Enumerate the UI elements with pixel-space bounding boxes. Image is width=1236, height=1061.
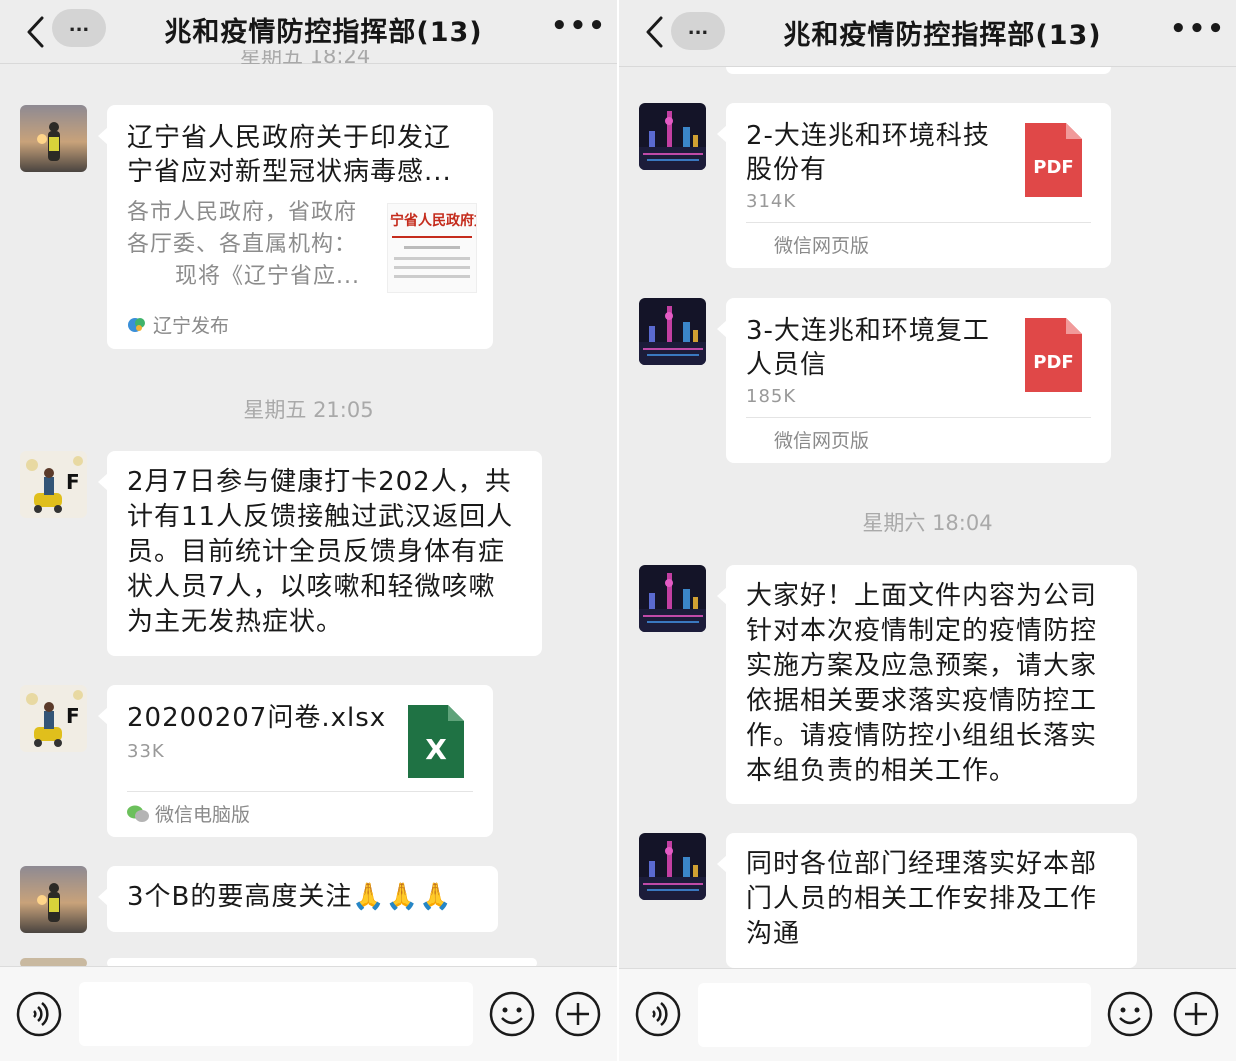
chat-title: 兆和疫情防控指挥部(13) <box>164 17 483 48</box>
link-card[interactable]: 辽宁省人民政府关于印发辽宁省应对新型冠状病毒感... 各市人民政府，省政府 各厅… <box>98 105 493 349</box>
text-message[interactable]: 2月7日参与健康打卡202人，共计有11人反馈接触过武汉返回人员。目前统计全员反… <box>98 451 542 656</box>
avatar[interactable] <box>639 103 706 170</box>
plus-icon[interactable] <box>1173 991 1219 1037</box>
excel-file-icon: X <box>408 705 464 778</box>
svg-text:F: F <box>66 704 80 728</box>
file-size: 185K <box>746 386 797 407</box>
excel-icon-letter: X <box>425 733 447 766</box>
link-card-desc-line: 各厅委、各直属机构： <box>127 232 358 257</box>
text-message[interactable]: 3个B的要高度关注🙏🙏🙏 <box>98 866 498 932</box>
wechat-icon <box>127 794 149 822</box>
emoji-icon[interactable] <box>489 991 535 1037</box>
chat-header: ... 兆和疫情防控指挥部(13) ••• <box>619 0 1236 67</box>
plus-icon[interactable] <box>555 991 601 1037</box>
thumbnail-heading: 宁省人民政府文 <box>390 213 476 229</box>
link-card-thumbnail: 宁省人民政府文 <box>387 203 477 293</box>
time-separator: 星期六 18:04 <box>862 511 993 535</box>
link-card-title: 辽宁省人民政府关于印发辽宁省应对新型冠状病毒感... <box>127 123 452 187</box>
pdf-icon-label: PDF <box>1033 157 1074 178</box>
file-size: 33K <box>127 741 165 762</box>
chat-title: 兆和疫情防控指挥部(13) <box>783 20 1102 51</box>
avatar[interactable] <box>20 105 87 172</box>
voice-icon[interactable] <box>635 991 681 1037</box>
right-chat-screen: ... 兆和疫情防控指挥部(13) ••• 2-大连兆和环境科技股份有限...0… <box>619 0 1236 1061</box>
voice-icon[interactable] <box>16 991 62 1037</box>
avatar[interactable] <box>639 565 706 632</box>
link-card-desc-line: 各市人民政府，省政府 <box>127 200 358 225</box>
avatar[interactable]: F <box>20 685 87 752</box>
file-card[interactable]: 2-大连兆和环境科技股份有限...0208.pdf 314K PDF 微信网页版 <box>717 103 1111 268</box>
more-dots-icon[interactable]: ••• <box>1170 16 1224 43</box>
time-separator-partial: 星期五 18:24 <box>240 50 371 64</box>
back-chevron-icon[interactable] <box>641 14 669 50</box>
source-name: 辽宁发布 <box>153 315 230 337</box>
time-separator: 星期五 21:05 <box>243 398 374 422</box>
input-bar <box>619 968 1236 1061</box>
emoji-icon[interactable] <box>1107 991 1153 1037</box>
pdf-file-icon: PDF <box>1025 318 1082 392</box>
pdf-file-icon: PDF <box>1025 123 1082 197</box>
file-card-source: 微信电脑版 <box>127 791 473 837</box>
avatar[interactable] <box>20 866 87 933</box>
link-card-desc-line: 现将《辽宁省应... <box>175 264 360 289</box>
file-name: 2-大连兆和环境科技股份有限...0208.pdf <box>746 121 990 185</box>
file-name: 3-大连兆和环境复工人员信息...0208.pdf <box>746 316 990 380</box>
input-bar <box>0 966 617 1061</box>
file-name: 20200207问卷.xlsx <box>127 703 387 733</box>
message-input[interactable] <box>698 983 1091 1047</box>
file-card-source: 微信网页版 <box>746 417 1091 463</box>
left-chat-screen: ... 兆和疫情防控指挥部(13) ••• 星期五 18:24 辽宁省人民政府关… <box>0 0 617 1061</box>
link-card-source: 辽宁发布 <box>127 303 473 349</box>
file-card[interactable]: 3-大连兆和环境复工人员信息...0208.pdf 185K PDF 微信网页版 <box>717 298 1111 463</box>
more-dots-icon[interactable]: ••• <box>551 13 605 40</box>
file-size: 314K <box>746 191 797 212</box>
text-message[interactable]: 大家好！上面文件内容为公司针对本次疫情制定的疫情防控实施方案及应急预案，请大家依… <box>717 565 1137 804</box>
pdf-icon-label: PDF <box>1033 352 1074 373</box>
back-unread-pill[interactable]: ... <box>52 9 106 47</box>
file-card-source: 微信网页版 <box>746 222 1091 268</box>
text-message[interactable]: 同时各位部门经理落实好本部门人员的相关工作安排及工作沟通 <box>717 833 1137 968</box>
source-name: 微信电脑版 <box>155 804 251 826</box>
liaoning-logo-icon <box>127 306 147 332</box>
back-unread-pill[interactable]: ... <box>671 12 725 50</box>
back-chevron-icon[interactable] <box>22 14 50 50</box>
avatar[interactable]: F <box>20 451 87 518</box>
avatar[interactable] <box>639 833 706 900</box>
svg-text:F: F <box>66 470 80 494</box>
avatar[interactable] <box>639 298 706 365</box>
link-card-desc: 各市人民政府，省政府 各厅委、各直属机构： 现将《辽宁省应... <box>127 197 377 293</box>
message-input[interactable] <box>79 982 473 1046</box>
screens: ... 兆和疫情防控指挥部(13) ••• 星期五 18:24 辽宁省人民政府关… <box>0 0 1236 1061</box>
file-card[interactable]: 20200207问卷.xlsx 33K X 微信电脑版 <box>98 685 493 837</box>
